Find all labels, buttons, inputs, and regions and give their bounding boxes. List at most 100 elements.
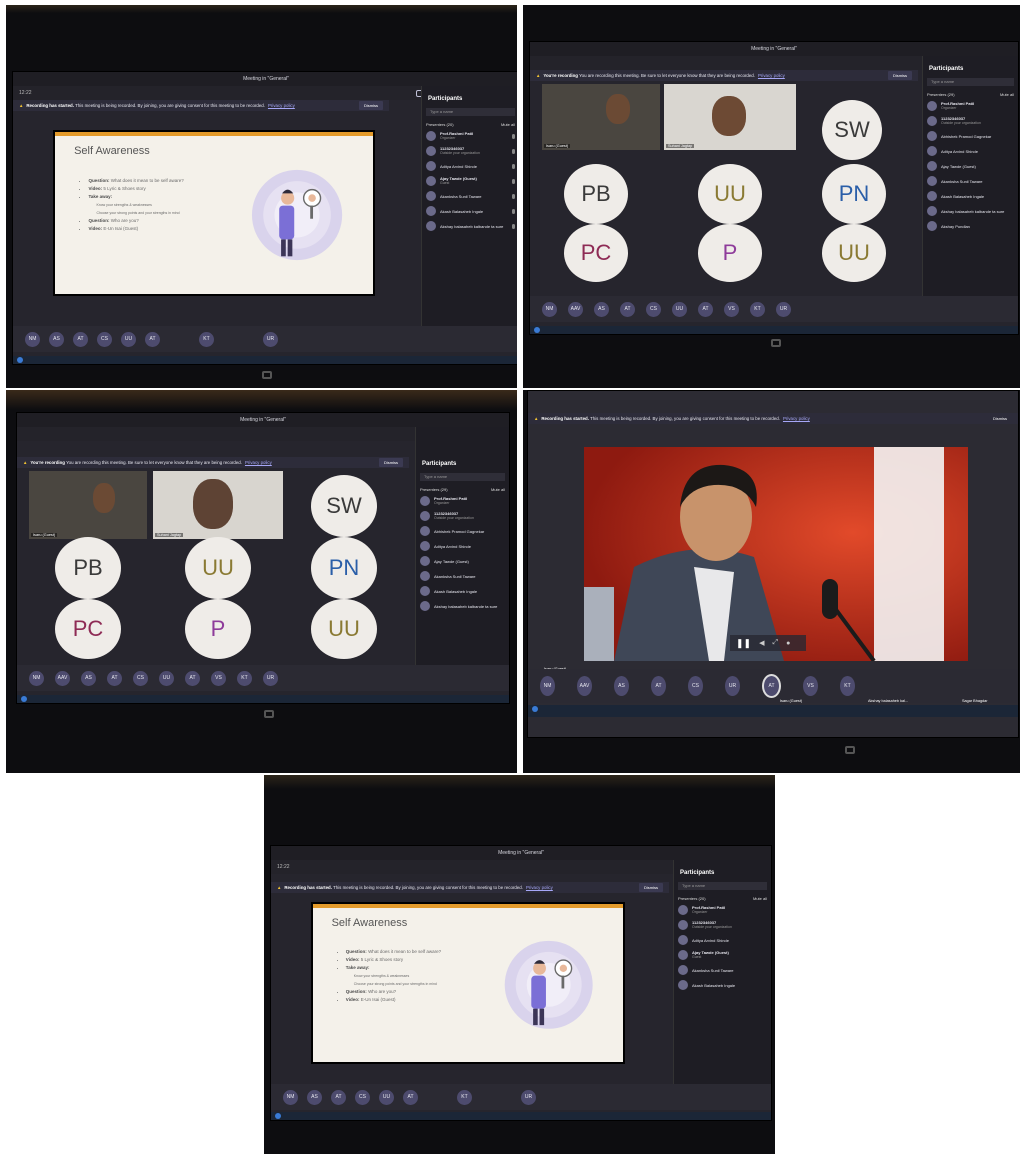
roster-avatar[interactable]: UU xyxy=(159,670,174,686)
participant-search-input[interactable]: Type a name xyxy=(426,108,515,116)
participant-row[interactable]: 11232346037 Outside your organization xyxy=(420,511,505,521)
participant-row[interactable]: Aditya Arvind Shinde xyxy=(927,146,1014,156)
privacy-policy-link[interactable]: Privacy policy xyxy=(783,416,810,421)
roster-avatar[interactable]: AT xyxy=(403,1089,418,1105)
participant-row[interactable]: 11232346037 Outside your organization xyxy=(927,116,1014,126)
participant-row[interactable]: Aditya Arvind Shinde xyxy=(420,541,505,551)
participant-row[interactable]: Akshay balasaheb kalbande ta sure xyxy=(426,221,515,231)
participant-row[interactable]: Akshay balasaheb kalbande ta sure xyxy=(927,206,1014,216)
roster-avatar[interactable]: AT xyxy=(331,1089,346,1105)
participant-row[interactable]: Akash Balasaheb Ingale xyxy=(678,980,767,990)
participant-search-input[interactable]: Type a name xyxy=(678,882,767,890)
roster-avatar[interactable]: AT xyxy=(620,301,635,317)
roster-avatar[interactable]: VS xyxy=(803,676,818,696)
dismiss-button[interactable]: Dismiss xyxy=(379,458,403,467)
participant-row[interactable]: Prof.Rashmi Patil Organizer xyxy=(420,496,505,506)
roster-avatar[interactable]: KT xyxy=(457,1089,472,1105)
privacy-policy-link[interactable]: Privacy policy xyxy=(526,885,553,890)
participant-row[interactable]: Akshay Pundlan xyxy=(927,221,1014,231)
roster-avatar[interactable]: AAV xyxy=(55,670,70,686)
roster-avatar[interactable]: NM xyxy=(540,676,555,696)
roster-avatar[interactable]: UR xyxy=(776,301,791,317)
roster-avatar[interactable]: AS xyxy=(49,331,64,347)
roster-avatar[interactable]: CS xyxy=(133,670,148,686)
roster-avatar[interactable]: UR xyxy=(263,331,278,347)
participant-row[interactable]: Abhishek Pramod Gagnekar xyxy=(927,131,1014,141)
participant-row[interactable]: Akanksha Sunil Taware xyxy=(420,571,505,581)
roster-avatar[interactable]: NM xyxy=(29,670,44,686)
roster-avatar[interactable]: NM xyxy=(283,1089,298,1105)
participant-row[interactable]: Akshay balasaheb kalbande ta sure xyxy=(420,601,505,611)
roster-avatar[interactable]: UU xyxy=(379,1089,394,1105)
pause-icon[interactable]: ❚❚ xyxy=(736,638,751,649)
dismiss-button[interactable]: Dismiss xyxy=(639,883,663,892)
roster-avatar[interactable]: AAV xyxy=(577,676,592,696)
roster-avatar[interactable]: CS xyxy=(355,1089,370,1105)
mute-all-button[interactable]: Mute all xyxy=(753,896,767,901)
participant-row[interactable]: 11232346037 Outside your organization xyxy=(678,920,767,930)
privacy-policy-link[interactable]: Privacy policy xyxy=(758,73,785,78)
participant-row[interactable]: Prof.Rashmi Patil Organizer xyxy=(927,101,1014,111)
participant-row[interactable]: 11232346037 Outside your organization xyxy=(426,146,515,156)
roster-avatar[interactable]: UR xyxy=(263,670,278,686)
dismiss-button[interactable]: Dismiss xyxy=(359,101,383,110)
participant-row[interactable]: Prof.Rashmi Patil Organizer xyxy=(426,131,515,141)
roster-avatar[interactable]: UR xyxy=(521,1089,536,1105)
roster-avatar[interactable]: NM xyxy=(25,331,40,347)
roster-avatar[interactable]: VS xyxy=(211,670,226,686)
start-icon[interactable] xyxy=(21,696,27,702)
start-icon[interactable] xyxy=(532,706,538,712)
participant-row[interactable]: Ajay Tawde (Guest) xyxy=(420,556,505,566)
participant-row[interactable]: Aditya Arvind Shinde xyxy=(426,161,515,171)
participant-search-input[interactable]: Type a name xyxy=(420,473,505,481)
roster-avatar[interactable]: AT xyxy=(145,331,160,347)
roster-avatar[interactable]: AT xyxy=(651,676,666,696)
participant-row[interactable]: Akash Balasaheb Ingale xyxy=(420,586,505,596)
roster-avatar[interactable]: AT xyxy=(107,670,122,686)
participant-row[interactable]: Akash Balasaheb Ingale xyxy=(927,191,1014,201)
dismiss-button[interactable]: Dismiss xyxy=(888,71,912,80)
privacy-policy-link[interactable]: Privacy policy xyxy=(245,460,272,465)
settings-icon[interactable]: ● xyxy=(786,640,790,647)
mute-all-button[interactable]: Mute all xyxy=(501,122,515,127)
participant-row[interactable]: Akanksha Sunil Taware xyxy=(678,965,767,975)
participant-row[interactable]: Akanksha Sunil Taware xyxy=(927,176,1014,186)
participant-row[interactable]: Akash Balasaheb Ingale xyxy=(426,206,515,216)
participant-row[interactable]: Akanksha Sunil Taware xyxy=(426,191,515,201)
participant-row[interactable]: Aditya Arvind Shinde xyxy=(678,935,767,945)
volume-icon[interactable]: ◀ xyxy=(759,639,764,647)
roster-avatar[interactable]: NM xyxy=(542,301,557,317)
roster-avatar[interactable]: AT xyxy=(185,670,200,686)
participant-row[interactable]: Abhishek Pramod Gagnekar xyxy=(420,526,505,536)
participant-row[interactable]: Ajay Tawde (Guest) Guest xyxy=(678,950,767,960)
participant-row[interactable]: Ajay Tawde (Guest) xyxy=(927,161,1014,171)
roster-avatar[interactable]: CS xyxy=(97,331,112,347)
roster-avatar[interactable]: UU xyxy=(672,301,687,317)
roster-avatar[interactable]: AS xyxy=(614,676,629,696)
roster-avatar[interactable]: CS xyxy=(688,676,703,696)
participant-row[interactable]: Ajay Tawde (Guest) Guest xyxy=(426,176,515,186)
fullscreen-icon[interactable]: ⤢ xyxy=(772,639,778,647)
roster-avatar[interactable]: AS xyxy=(81,670,96,686)
roster-avatar[interactable]: KT xyxy=(750,301,765,317)
roster-avatar[interactable]: KT xyxy=(840,676,855,696)
start-icon[interactable] xyxy=(17,357,23,363)
roster-avatar[interactable]: AT xyxy=(698,301,713,317)
roster-avatar[interactable]: UR xyxy=(725,676,740,696)
participant-row[interactable]: Prof.Rashmi Patil Organizer xyxy=(678,905,767,915)
roster-avatar[interactable]: AT xyxy=(73,331,88,347)
privacy-policy-link[interactable]: Privacy policy xyxy=(268,103,295,108)
mute-all-button[interactable]: Mute all xyxy=(1000,92,1014,97)
roster-avatar[interactable]: KT xyxy=(199,331,214,347)
roster-avatar[interactable]: AAV xyxy=(568,301,583,317)
participant-search-input[interactable]: Type a name xyxy=(927,78,1014,86)
mute-all-button[interactable]: Mute all xyxy=(491,487,505,492)
roster-avatar[interactable]: UU xyxy=(121,331,136,347)
dismiss-button[interactable]: Dismiss xyxy=(988,414,1012,423)
roster-avatar[interactable]: VS xyxy=(724,301,739,317)
start-icon[interactable] xyxy=(275,1113,281,1119)
roster-avatar[interactable]: CS xyxy=(646,301,661,317)
start-icon[interactable] xyxy=(534,327,540,333)
roster-avatar[interactable]: AT xyxy=(762,674,781,698)
roster-avatar[interactable]: AS xyxy=(307,1089,322,1105)
